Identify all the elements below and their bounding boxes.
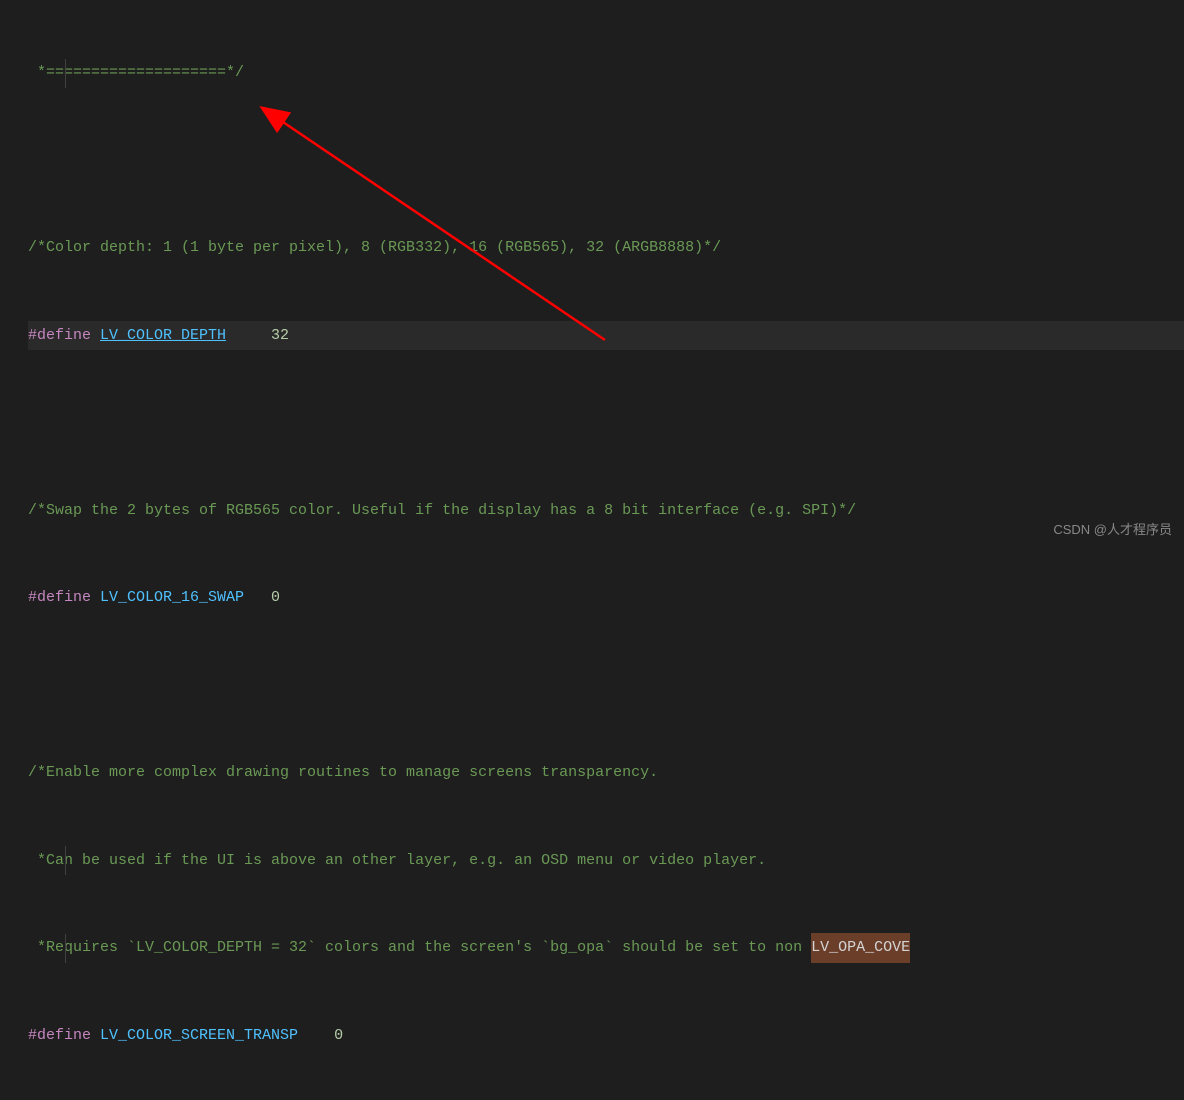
number-value: 0 (298, 1021, 343, 1050)
code-line: *====================*/ (28, 59, 1184, 88)
code-line: /*Enable more complex drawing routines t… (28, 759, 1184, 788)
code-line (28, 146, 1184, 175)
comment-text: /*Swap the 2 bytes of RGB565 color. Usef… (28, 496, 856, 525)
number-value: 0 (244, 583, 280, 612)
watermark-text: CSDN @人才程序员 (1053, 517, 1172, 542)
code-line-active: #define LV_COLOR_DEPTH 32 (28, 321, 1184, 350)
comment-text: /*Color depth: 1 (1 byte per pixel), 8 (… (28, 233, 721, 262)
macro-name: LV_COLOR_16_SWAP (100, 583, 244, 612)
comment-text: *====================*/ (28, 58, 244, 87)
define-directive: #define (28, 1021, 100, 1050)
number-value: 32 (226, 321, 289, 350)
define-directive: #define (28, 321, 100, 350)
code-line: /*Color depth: 1 (1 byte per pixel), 8 (… (28, 234, 1184, 263)
macro-name: LV_COLOR_SCREEN_TRANSP (100, 1021, 298, 1050)
comment-text: *Requires `LV_COLOR_DEPTH = 32` colors a… (28, 933, 811, 962)
code-line: #define LV_COLOR_16_SWAP 0 (28, 584, 1184, 613)
macro-link[interactable]: LV_COLOR_DEPTH (100, 321, 226, 350)
define-directive: #define (28, 583, 100, 612)
code-line: /*Swap the 2 bytes of RGB565 color. Usef… (28, 496, 1184, 525)
code-line: *Can be used if the UI is above an other… (28, 846, 1184, 875)
comment-text: *Can be used if the UI is above an other… (28, 846, 766, 875)
code-line: *Requires `LV_COLOR_DEPTH = 32` colors a… (28, 934, 1184, 963)
code-line (28, 671, 1184, 700)
comment-text: /*Enable more complex drawing routines t… (28, 758, 658, 787)
code-line (28, 409, 1184, 438)
code-line: #define LV_COLOR_SCREEN_TRANSP 0 (28, 1021, 1184, 1050)
highlighted-text: LV_OPA_COVE (811, 933, 910, 962)
code-editor[interactable]: *====================*/ /*Color depth: 1… (0, 0, 1184, 1100)
